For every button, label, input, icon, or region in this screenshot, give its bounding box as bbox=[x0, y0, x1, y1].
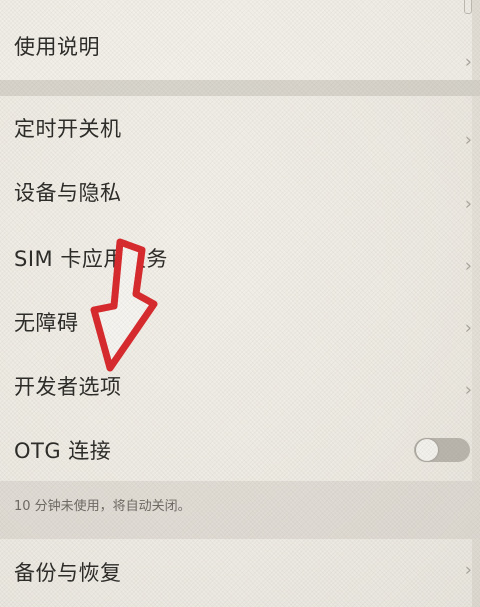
chevron-right-icon: › bbox=[464, 317, 472, 339]
chevron-right-icon: › bbox=[464, 379, 472, 401]
settings-item-privacy[interactable]: 设备与隐私 › bbox=[0, 160, 472, 224]
otg-toggle[interactable] bbox=[414, 438, 470, 462]
settings-item-label: SIM 卡应用服务 bbox=[14, 247, 168, 271]
settings-item-label: 无障碍 bbox=[14, 311, 79, 335]
settings-item-otg[interactable]: OTG 连接 bbox=[0, 418, 472, 482]
settings-item-accessibility[interactable]: 无障碍 › bbox=[0, 290, 472, 354]
group-divider bbox=[0, 80, 480, 96]
settings-screen: 使用说明 › 定时开关机 › 设备与隐私 › SIM 卡应用服务 › 无障碍 ›… bbox=[0, 0, 480, 607]
otg-hint-text: 10 分钟未使用，将自动关闭。 bbox=[14, 499, 191, 514]
chevron-right-icon: › bbox=[464, 559, 472, 581]
toggle-knob bbox=[416, 439, 438, 461]
settings-item-label: OTG 连接 bbox=[14, 439, 112, 463]
settings-item-label: 设备与隐私 bbox=[14, 181, 122, 205]
chevron-right-icon: › bbox=[464, 129, 472, 151]
settings-item-developer[interactable]: 开发者选项 › bbox=[0, 354, 472, 418]
settings-item-sim[interactable]: SIM 卡应用服务 › bbox=[0, 226, 472, 290]
scroll-indicator bbox=[464, 0, 472, 14]
settings-item-label: 备份与恢复 bbox=[14, 561, 122, 585]
chevron-right-icon: › bbox=[464, 51, 472, 73]
settings-item-backup[interactable]: 备份与恢复 › bbox=[0, 540, 472, 604]
settings-item-schedule[interactable]: 定时开关机 › bbox=[0, 96, 472, 160]
settings-item-label: 定时开关机 bbox=[14, 117, 122, 141]
chevron-right-icon: › bbox=[464, 255, 472, 277]
chevron-right-icon: › bbox=[464, 193, 472, 215]
settings-item-label: 开发者选项 bbox=[14, 375, 122, 399]
settings-item-usage[interactable]: 使用说明 › bbox=[0, 14, 472, 78]
settings-item-label: 使用说明 bbox=[14, 35, 100, 59]
